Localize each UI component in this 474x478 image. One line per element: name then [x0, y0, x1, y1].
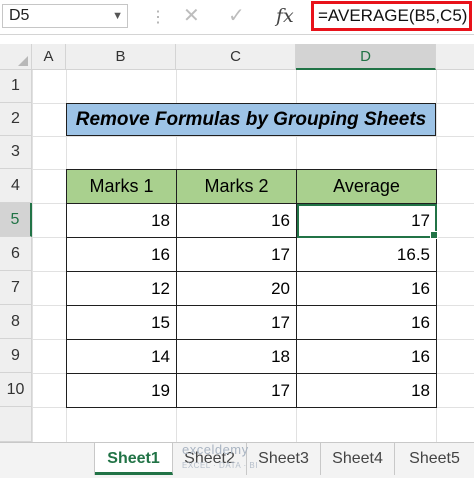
header-cell-marks-1[interactable]: Marks 1 [66, 169, 177, 204]
name-box[interactable]: D5 ▼ [2, 4, 128, 28]
cell-c10[interactable]: 17 [176, 373, 297, 408]
cell-b8[interactable]: 15 [66, 305, 177, 340]
table-row: 18 16 17 [66, 203, 437, 238]
row-header-5[interactable]: 5 [0, 203, 32, 237]
cancel-icon[interactable]: ✕ [183, 3, 200, 29]
cell-b7[interactable]: 12 [66, 271, 177, 306]
cell-c6[interactable]: 17 [176, 237, 297, 272]
row-header-8[interactable]: 8 [0, 305, 32, 339]
row-header-11[interactable] [0, 407, 32, 442]
cell-d6[interactable]: 16.5 [296, 237, 437, 272]
row-header-6[interactable]: 6 [0, 237, 32, 271]
row-header-9[interactable]: 9 [0, 339, 32, 373]
cell-d9[interactable]: 16 [296, 339, 437, 374]
tab-sheet1[interactable]: Sheet1 [95, 443, 173, 475]
tab-sheet5[interactable]: Sheet5 [395, 443, 474, 475]
cell-b9[interactable]: 14 [66, 339, 177, 374]
watermark-logo: exceldemy EXCEL · DATA · BI [182, 442, 258, 474]
table-row: 19 17 18 [66, 373, 437, 408]
cell-b5[interactable]: 18 [66, 203, 177, 238]
column-header-a[interactable]: A [32, 44, 66, 70]
row-header-4[interactable]: 4 [0, 169, 32, 203]
table-row: 12 20 16 [66, 271, 437, 306]
row-header-1[interactable]: 1 [0, 70, 32, 103]
table-row: 15 17 16 [66, 305, 437, 340]
header-cell-average[interactable]: Average [296, 169, 437, 204]
row-header-2[interactable]: 2 [0, 103, 32, 136]
column-header-e[interactable] [436, 44, 474, 70]
name-box-value: D5 [9, 7, 30, 24]
cell-c7[interactable]: 20 [176, 271, 297, 306]
cell-b10[interactable]: 19 [66, 373, 177, 408]
formula-input[interactable]: =AVERAGE(B5,C5) [311, 1, 472, 31]
cell-d8[interactable]: 16 [296, 305, 437, 340]
divider-dots-icon: ⋮ [150, 9, 166, 26]
tab-bar-spacer [0, 443, 95, 475]
table-row: 14 18 16 [66, 339, 437, 374]
sheet-title-cell[interactable]: Remove Formulas by Grouping Sheets [66, 103, 436, 136]
header-cell-marks-2[interactable]: Marks 2 [176, 169, 297, 204]
enter-icon[interactable]: ✓ [228, 3, 245, 29]
row-header-3[interactable]: 3 [0, 136, 32, 169]
select-all-corner[interactable] [0, 44, 32, 70]
select-all-triangle-icon [18, 56, 28, 66]
column-header-c[interactable]: C [176, 44, 296, 70]
tab-sheet3[interactable]: Sheet3 [247, 443, 321, 475]
cell-d5-selected[interactable]: 17 [296, 203, 437, 238]
cell-d7[interactable]: 16 [296, 271, 437, 306]
row-header-10[interactable]: 10 [0, 373, 32, 407]
table-row: 16 17 16.5 [66, 237, 437, 272]
tab-sheet4[interactable]: Sheet4 [321, 443, 395, 475]
cell-c5[interactable]: 16 [176, 203, 297, 238]
watermark-tagline: EXCEL · DATA · BI [182, 461, 258, 470]
formula-bar: D5 ▼ ⋮ ✕ ✓ fx =AVERAGE(B5,C5) [0, 0, 474, 35]
chevron-down-icon[interactable]: ▼ [112, 5, 123, 27]
cell-c8[interactable]: 17 [176, 305, 297, 340]
column-header-b[interactable]: B [66, 44, 176, 70]
grid-line [32, 136, 474, 137]
row-header-7[interactable]: 7 [0, 271, 32, 305]
cell-d10[interactable]: 18 [296, 373, 437, 408]
column-header-d[interactable]: D [296, 44, 436, 70]
marks-table: Marks 1 Marks 2 Average 18 16 17 16 17 1… [66, 169, 437, 408]
cell-b6[interactable]: 16 [66, 237, 177, 272]
fill-handle[interactable] [430, 231, 438, 239]
watermark-brand: exceldemy [182, 442, 249, 457]
insert-function-icon[interactable]: fx [276, 3, 294, 29]
cell-c9[interactable]: 18 [176, 339, 297, 374]
